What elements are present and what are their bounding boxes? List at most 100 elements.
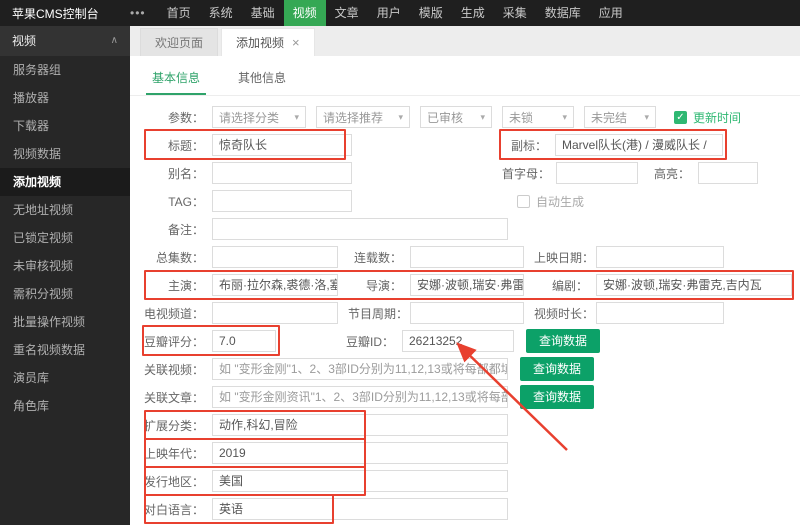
douban-id-group: 豆瓣ID： 26213252 bbox=[340, 330, 514, 352]
highlight-group: 高亮： bbox=[650, 162, 758, 184]
related-article-query-button[interactable]: 查询数据 bbox=[520, 385, 594, 409]
sidebar-item-duplicate-video-data[interactable]: 重名视频数据 bbox=[0, 336, 130, 364]
form-row-year: 上映年代： 2019 bbox=[138, 442, 800, 464]
form-row-cast: 主演： 布丽·拉尔森,裘德·洛,塞缪尔·杰 导演： 安娜·波顿,瑞安·弗雷克 编… bbox=[138, 274, 800, 296]
tab-add-video[interactable]: 添加视频 × bbox=[221, 28, 315, 56]
duration-input[interactable] bbox=[596, 302, 724, 324]
highlight-input[interactable] bbox=[698, 162, 758, 184]
sidebar-item-points-video[interactable]: 需积分视频 bbox=[0, 280, 130, 308]
chevron-down-icon: ▾ bbox=[294, 112, 299, 123]
audit-select[interactable]: 已审核 ▾ bbox=[420, 106, 492, 128]
app-logo: 苹果CMS控制台 bbox=[0, 5, 118, 22]
sidebar-item-player[interactable]: 播放器 bbox=[0, 84, 130, 112]
writer-group: 编剧： 安娜·波顿,瑞安·弗雷克,吉内瓦 bbox=[534, 274, 792, 296]
nav-item-template[interactable]: 模版 bbox=[410, 0, 452, 26]
year-input[interactable]: 2019 bbox=[212, 442, 508, 464]
sidebar-item-add-video[interactable]: 添加视频 bbox=[0, 168, 130, 196]
app-window: 苹果CMS控制台 ••• 首页 系统 基础 视频 文章 用户 模版 生成 采集 … bbox=[0, 0, 800, 525]
category-select[interactable]: 请选择分类 ▾ bbox=[212, 106, 306, 128]
nav-item-article[interactable]: 文章 bbox=[326, 0, 368, 26]
initial-input[interactable] bbox=[556, 162, 638, 184]
writer-input[interactable]: 安娜·波顿,瑞安·弗雷克,吉内瓦 bbox=[596, 274, 792, 296]
update-time-checkbox[interactable]: ✓ bbox=[674, 111, 687, 124]
remark-label: 备注： bbox=[138, 221, 204, 238]
title-input[interactable]: 惊奇队长 bbox=[212, 134, 352, 156]
director-group: 导演： 安娜·波顿,瑞安·弗雷克 bbox=[348, 274, 524, 296]
nav-item-user[interactable]: 用户 bbox=[368, 0, 410, 26]
title-group: 标题： 惊奇队长 bbox=[138, 134, 352, 156]
sidebar-item-actor-library[interactable]: 演员库 bbox=[0, 364, 130, 392]
related-video-input[interactable]: 如 "变形金刚"1、2、3部ID分别为11,12,13或将每部都填 "变形金刚" bbox=[212, 358, 508, 380]
sidebar: 视频 ∧ 服务器组 播放器 下载器 视频数据 添加视频 无地址视频 已锁定视频 … bbox=[0, 26, 130, 525]
sidebar-item-batch-operate-video[interactable]: 批量操作视频 bbox=[0, 308, 130, 336]
alias-input[interactable] bbox=[212, 162, 352, 184]
serial-state-select[interactable]: 未完结 ▾ bbox=[584, 106, 656, 128]
video-form: 参数： 请选择分类 ▾ 请选择推荐 ▾ 已审核 ▾ 未锁 bbox=[130, 96, 800, 525]
form-row-related-video: 关联视频： 如 "变形金刚"1、2、3部ID分别为11,12,13或将每部都填 … bbox=[138, 358, 800, 380]
subtitle-input[interactable]: Marvel队长(港) / 漫威队长 / bbox=[555, 134, 723, 156]
sidebar-item-video-data[interactable]: 视频数据 bbox=[0, 140, 130, 168]
chevron-up-icon: ∧ bbox=[111, 26, 118, 56]
close-icon[interactable]: × bbox=[292, 29, 300, 57]
chevron-down-icon: ▾ bbox=[562, 112, 567, 123]
form-row-douban: 豆瓣评分： 7.0 豆瓣ID： 26213252 查询数据 bbox=[138, 330, 800, 352]
lock-select[interactable]: 未锁 ▾ bbox=[502, 106, 574, 128]
tab-other-info[interactable]: 其他信息 bbox=[232, 64, 292, 95]
director-input[interactable]: 安娜·波顿,瑞安·弗雷克 bbox=[410, 274, 524, 296]
initial-group: 首字母： bbox=[502, 162, 638, 184]
auto-generate-checkbox[interactable] bbox=[517, 195, 530, 208]
nav-item-collect[interactable]: 采集 bbox=[494, 0, 536, 26]
douban-score-input[interactable]: 7.0 bbox=[212, 330, 276, 352]
update-time-label: 更新时间 bbox=[693, 109, 741, 126]
nav-item-home[interactable]: 首页 bbox=[158, 0, 200, 26]
douban-query-button[interactable]: 查询数据 bbox=[526, 329, 600, 353]
region-input[interactable]: 美国 bbox=[212, 470, 508, 492]
douban-score-group: 豆瓣评分： 7.0 bbox=[138, 330, 276, 352]
collapse-menu-icon[interactable]: ••• bbox=[118, 6, 158, 20]
tab-basic-info[interactable]: 基本信息 bbox=[146, 64, 206, 95]
nav-item-base[interactable]: 基础 bbox=[242, 0, 284, 26]
sidebar-item-server-group[interactable]: 服务器组 bbox=[0, 56, 130, 84]
sidebar-section-video[interactable]: 视频 ∧ bbox=[0, 26, 130, 56]
tab-welcome-label: 欢迎页面 bbox=[155, 29, 203, 57]
nav-item-app[interactable]: 应用 bbox=[590, 0, 632, 26]
sidebar-item-downloader[interactable]: 下载器 bbox=[0, 112, 130, 140]
tab-welcome[interactable]: 欢迎页面 bbox=[140, 28, 218, 56]
nav-item-generate[interactable]: 生成 bbox=[452, 0, 494, 26]
program-cycle-input[interactable] bbox=[410, 302, 524, 324]
duration-label: 视频时长： bbox=[534, 305, 588, 322]
tag-input[interactable] bbox=[212, 190, 352, 212]
total-episodes-input[interactable] bbox=[212, 246, 338, 268]
auto-generate-label: 自动生成 bbox=[536, 193, 584, 210]
tv-channel-input[interactable] bbox=[212, 302, 338, 324]
form-row-channel: 电视频道： 节目周期： 视频时长： bbox=[138, 302, 800, 324]
nav-item-video[interactable]: 视频 bbox=[284, 0, 326, 26]
form-row-params: 参数： 请选择分类 ▾ 请选择推荐 ▾ 已审核 ▾ 未锁 bbox=[138, 106, 800, 128]
recommend-select[interactable]: 请选择推荐 ▾ bbox=[316, 106, 410, 128]
alias-label: 别名： bbox=[138, 165, 204, 182]
release-date-label: 上映日期： bbox=[534, 249, 588, 266]
sidebar-item-locked-video[interactable]: 已锁定视频 bbox=[0, 224, 130, 252]
serial-count-input[interactable] bbox=[410, 246, 524, 268]
program-cycle-label: 节目周期： bbox=[348, 305, 402, 322]
initial-label: 首字母： bbox=[502, 165, 548, 182]
form-row-ext-category: 扩展分类： 动作,科幻,冒险 bbox=[138, 414, 800, 436]
nav-item-database[interactable]: 数据库 bbox=[536, 0, 590, 26]
douban-id-label: 豆瓣ID： bbox=[340, 333, 394, 350]
highlight-label: 高亮： bbox=[650, 165, 690, 182]
release-date-input[interactable] bbox=[596, 246, 724, 268]
related-article-input[interactable]: 如 "变形金刚资讯"1、2、3部ID分别为11,12,13或将每部都填 "变形金… bbox=[212, 386, 508, 408]
nav-item-system[interactable]: 系统 bbox=[200, 0, 242, 26]
category-select-value: 请选择分类 bbox=[219, 109, 279, 126]
sidebar-item-unaudited-video[interactable]: 未审核视频 bbox=[0, 252, 130, 280]
actors-input[interactable]: 布丽·拉尔森,裘德·洛,塞缪尔·杰 bbox=[212, 274, 338, 296]
title-label: 标题： bbox=[138, 137, 204, 154]
remark-input[interactable] bbox=[212, 218, 508, 240]
sidebar-item-no-address-video[interactable]: 无地址视频 bbox=[0, 196, 130, 224]
douban-id-input[interactable]: 26213252 bbox=[402, 330, 514, 352]
related-video-query-button[interactable]: 查询数据 bbox=[520, 357, 594, 381]
form-row-remark: 备注： bbox=[138, 218, 800, 240]
language-input[interactable]: 英语 bbox=[212, 498, 508, 520]
sidebar-item-role-library[interactable]: 角色库 bbox=[0, 392, 130, 420]
ext-category-input[interactable]: 动作,科幻,冒险 bbox=[212, 414, 508, 436]
